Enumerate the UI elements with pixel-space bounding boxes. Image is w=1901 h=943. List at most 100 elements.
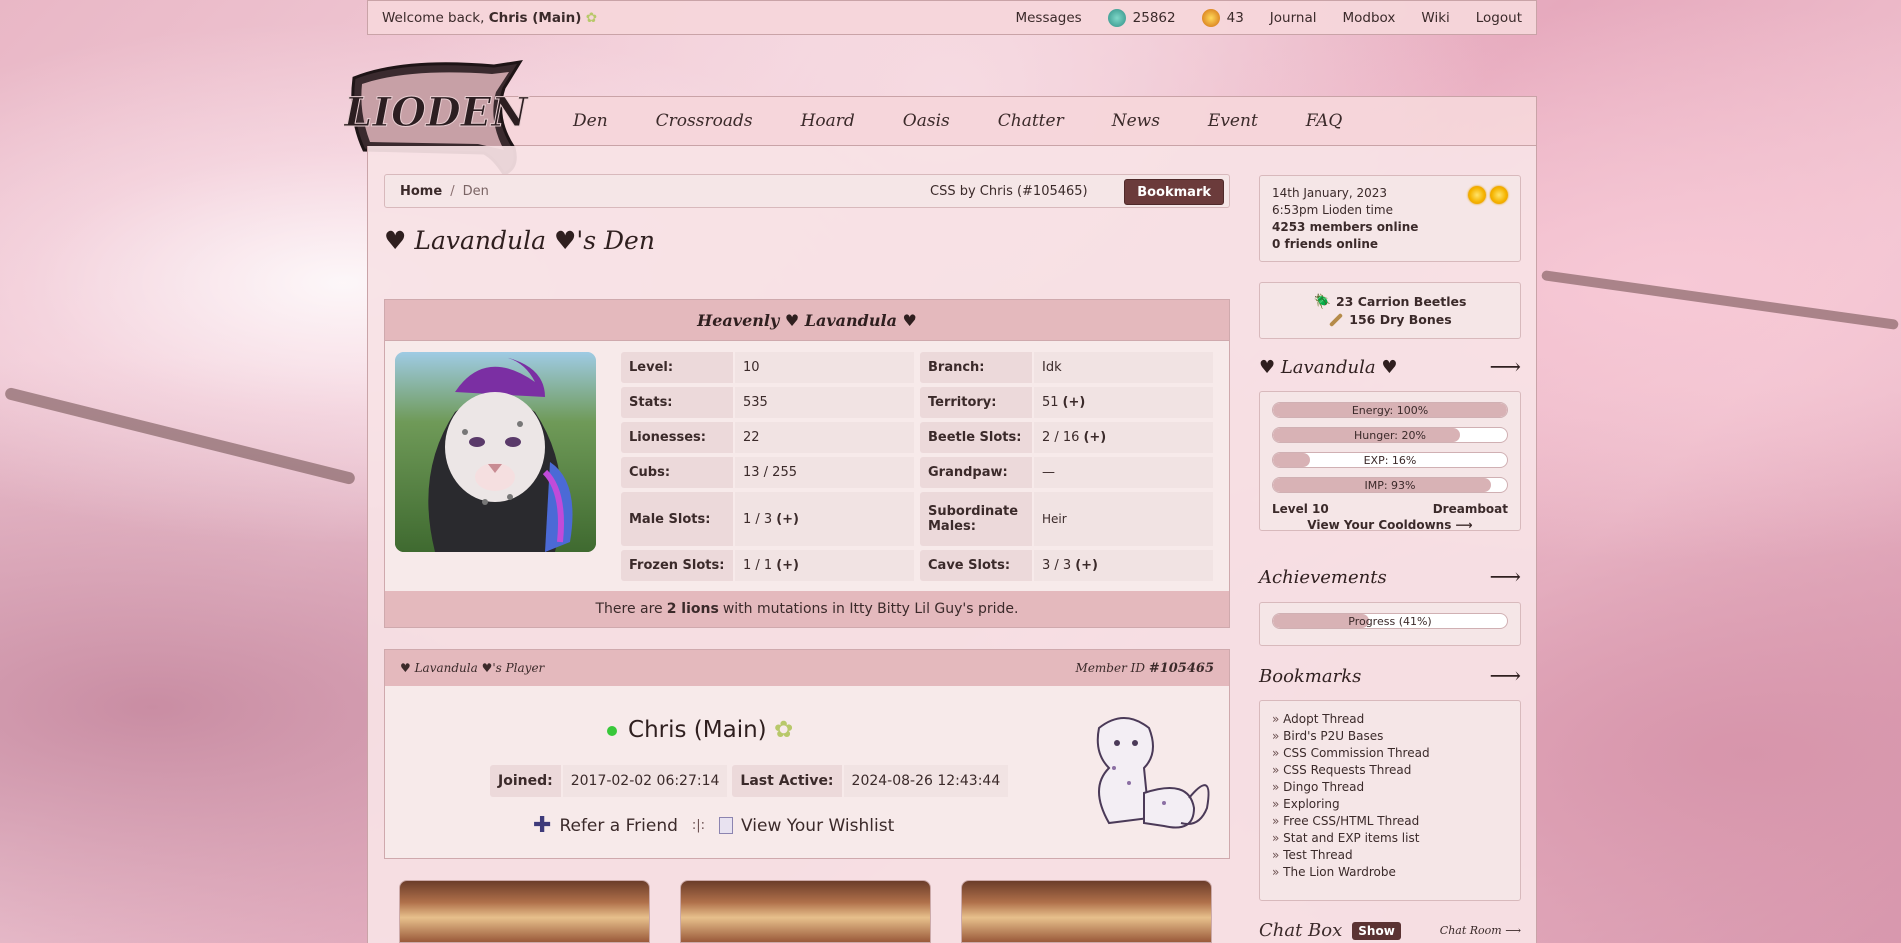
bookmark-link[interactable]: Stat and EXP items list	[1272, 830, 1508, 847]
nav-chatter[interactable]: Chatter	[998, 111, 1064, 131]
lion-status-box: Energy: 100% Hunger: 20% EXP: 16% IMP: 9…	[1259, 391, 1521, 532]
lion-thumbnail[interactable]	[399, 880, 650, 943]
background-branch	[1541, 269, 1899, 331]
stat-territory: Territory: 51 (+)	[920, 387, 1213, 418]
carrion-beetles[interactable]: 🪲 23 Carrion Beetles	[1314, 293, 1467, 311]
stat-beetle-slots: Beetle Slots: 2 / 16 (+)	[920, 422, 1213, 453]
joined-date: Joined: 2017-02-02 06:27:14	[490, 765, 728, 797]
bookmark-link[interactable]: Free CSS/HTML Thread	[1272, 813, 1508, 830]
player-links: ✚ Refer a Friend :|: View Your Wishlist	[533, 813, 894, 838]
achievements-progress-bar: Progress (41%)	[1272, 613, 1508, 629]
bookmark-link[interactable]: CSS Requests Thread	[1272, 762, 1508, 779]
members-online[interactable]: 4253 members online	[1272, 220, 1418, 234]
player-panel: ♥ Lavandula ♥'s Player Member ID #105465…	[384, 649, 1230, 859]
bookmark-link[interactable]: Exploring	[1272, 796, 1508, 813]
bones-currency[interactable]: 43	[1201, 8, 1244, 27]
bookmark-link[interactable]: Bird's P2U Bases	[1272, 728, 1508, 745]
male-slots-increase-link[interactable]: (+)	[776, 512, 799, 527]
bookmark-link[interactable]: Adopt Thread	[1272, 711, 1508, 728]
chat-show-button[interactable]: Show	[1352, 921, 1401, 940]
dry-bones[interactable]: 156 Dry Bones	[1328, 311, 1452, 329]
nav-event[interactable]: Event	[1208, 111, 1258, 131]
nav-den[interactable]: Den	[573, 111, 608, 131]
time-info-box: 14th January, 2023 6:53pm Lioden time 42…	[1259, 175, 1521, 262]
breadcrumb-current: Den	[462, 183, 489, 199]
modbox-link[interactable]: Modbox	[1343, 10, 1396, 26]
bookmark-link[interactable]: Dingo Thread	[1272, 779, 1508, 796]
lion-portrait[interactable]	[395, 352, 596, 552]
chat-box-header: Chat Box Show Chat Room ⟶	[1259, 920, 1521, 941]
bookmark-link[interactable]: The Lion Wardrobe	[1272, 864, 1508, 881]
refer-friend-link[interactable]: ✚ Refer a Friend	[533, 813, 678, 838]
den-stats-grid: Level: 10 Branch: Idk Stats: 535 Territory:…	[621, 352, 1213, 581]
arrow-right-icon[interactable]: ⟶	[1489, 664, 1521, 689]
bone-icon	[1329, 312, 1344, 327]
css-credit[interactable]: CSS by Chris (#105465)	[930, 184, 1088, 199]
lioden-time: 6:53pm Lioden time	[1272, 203, 1393, 217]
friends-online[interactable]: 0 friends online	[1272, 237, 1378, 251]
stat-frozen-slots: Frozen Slots: 1 / 1 (+)	[621, 550, 914, 581]
bookmark-button[interactable]: Bookmark	[1124, 179, 1224, 205]
online-status-icon	[606, 725, 617, 736]
mutation-notice: There are 2 lions with mutations in Itty…	[385, 591, 1229, 627]
inventory-currency-box: 🪲 23 Carrion Beetles 156 Dry Bones	[1259, 282, 1521, 339]
lion-thumbnail[interactable]	[961, 880, 1212, 943]
welcome-text: Welcome back, Chris (Main) ✿	[382, 9, 597, 26]
nav-hoard[interactable]: Hoard	[801, 111, 855, 131]
frozen-slots-increase-link[interactable]: (+)	[776, 558, 799, 573]
player-dates: Joined: 2017-02-02 06:27:14 Last Active: 2…	[490, 765, 1009, 797]
link-separator: :|:	[691, 818, 706, 833]
flower-icon: ✿	[585, 9, 597, 26]
bookmark-link[interactable]: CSS Commission Thread	[1272, 745, 1508, 762]
territory-increase-link[interactable]: (+)	[1063, 395, 1086, 410]
view-cooldowns-link[interactable]: View Your Cooldowns ⟶	[1272, 518, 1508, 532]
weather-icons	[1468, 186, 1508, 204]
player-name: Chris (Main) ✿	[385, 717, 1015, 743]
breadcrumb-home[interactable]: Home	[400, 184, 442, 199]
svg-text:LIODEN: LIODEN	[344, 89, 529, 136]
bookmark-link[interactable]: Test Thread	[1272, 847, 1508, 864]
bug-icon	[1201, 8, 1220, 27]
bookmarks-header[interactable]: Bookmarks ⟶	[1259, 664, 1521, 689]
welcome-username[interactable]: Chris (Main)	[489, 10, 582, 26]
nav-news[interactable]: News	[1112, 111, 1160, 131]
cave-slots-increase-link[interactable]: (+)	[1075, 558, 1098, 573]
beetle-currency[interactable]: 25862	[1107, 8, 1176, 27]
stat-male-slots: Male Slots: 1 / 3 (+)	[621, 492, 914, 546]
top-bar: Welcome back, Chris (Main) ✿ Messages 25…	[367, 0, 1537, 35]
scroll-icon	[719, 817, 734, 834]
breadcrumb-separator: /	[450, 183, 455, 199]
cub-doodle	[1096, 717, 1210, 829]
nav-faq[interactable]: FAQ	[1306, 111, 1343, 131]
messages-link[interactable]: Messages	[1015, 10, 1081, 26]
stat-branch: Branch: Idk	[920, 352, 1213, 383]
stat-stats: Stats: 535	[621, 387, 914, 418]
beetle-slots-increase-link[interactable]: (+)	[1083, 430, 1106, 445]
arrow-right-icon[interactable]: ⟶	[1489, 565, 1521, 590]
wiki-link[interactable]: Wiki	[1421, 10, 1449, 26]
lion-thumbnail[interactable]	[680, 880, 931, 943]
imp-bar: IMP: 93%	[1272, 477, 1508, 493]
logout-link[interactable]: Logout	[1476, 10, 1522, 26]
arrow-right-icon[interactable]: ⟶	[1489, 355, 1521, 380]
breadcrumb: Home / Den CSS by Chris (#105465) Bookma…	[384, 174, 1230, 208]
wishlist-link[interactable]: View Your Wishlist	[719, 816, 894, 836]
flower-icon: ✿	[773, 717, 794, 743]
lion-name-header: Heavenly ♥ Lavandula ♥	[385, 300, 1229, 341]
beetle-icon: 🪲	[1313, 293, 1331, 310]
mutation-count[interactable]: 2 lions	[667, 601, 719, 617]
exp-bar: EXP: 16%	[1272, 452, 1508, 468]
background-branch	[3, 386, 357, 486]
nav-oasis[interactable]: Oasis	[903, 111, 950, 131]
stat-grandpaw: Grandpaw: —	[920, 457, 1213, 488]
journal-link[interactable]: Journal	[1270, 10, 1317, 26]
achievements-header[interactable]: Achievements ⟶	[1259, 565, 1521, 590]
stat-subordinate-males: Subordinate Males: Heir	[920, 492, 1213, 546]
stat-cubs: Cubs: 13 / 255	[621, 457, 914, 488]
sun-icon	[1468, 186, 1486, 204]
page-title: ♥ Lavandula ♥'s Den	[384, 226, 655, 255]
lion-sidebar-header[interactable]: ♥ Lavandula ♥ ⟶	[1259, 355, 1521, 380]
chat-room-link[interactable]: Chat Room ⟶	[1440, 924, 1521, 937]
nav-crossroads[interactable]: Crossroads	[656, 111, 753, 131]
sun-icon	[1490, 186, 1508, 204]
